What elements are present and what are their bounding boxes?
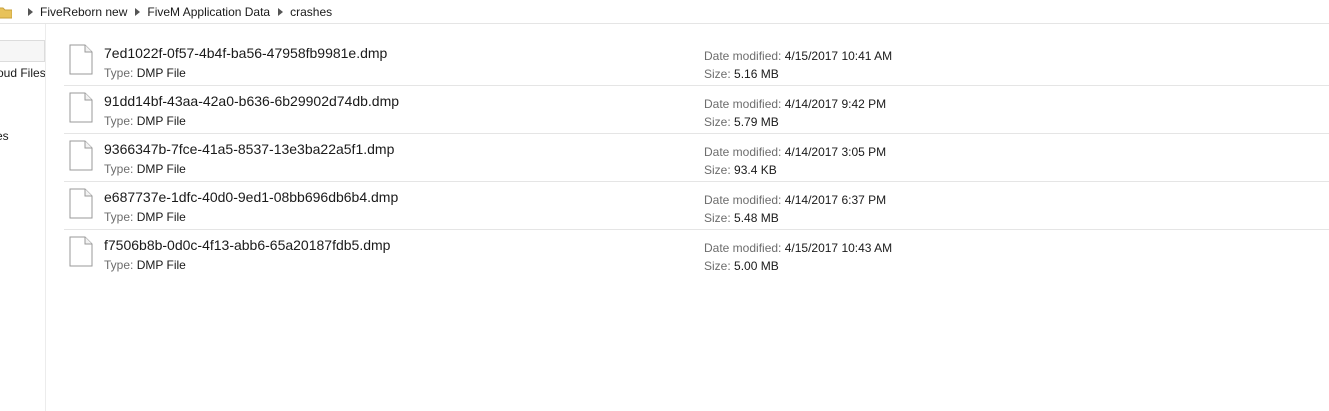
size-label: Size: — [704, 115, 731, 129]
file-icon — [69, 236, 93, 267]
date-value: 4/14/2017 3:05 PM — [784, 145, 887, 159]
type-label: Type: — [104, 114, 134, 128]
chevron-right-icon[interactable] — [26, 0, 34, 24]
size-label: Size: — [704, 163, 731, 177]
file-row[interactable]: 7ed1022f-0f57-4b4f-ba56-47958fb9981e.dmp… — [64, 38, 1329, 86]
type-label: Type: — [104, 66, 134, 80]
navigation-search-box[interactable] — [0, 40, 45, 62]
file-size: Size: 5.16 MB — [704, 67, 779, 81]
file-row[interactable]: 91dd14bf-43aa-42a0-b636-6b29902d74db.dmp… — [64, 86, 1329, 134]
file-name[interactable]: f7506b8b-0d0c-4f13-abb6-65a20187fdb5.dmp — [104, 237, 390, 253]
size-label: Size: — [704, 67, 731, 81]
file-icon — [69, 188, 93, 219]
size-label: Size: — [704, 259, 731, 273]
date-value: 4/14/2017 9:42 PM — [784, 97, 887, 111]
type-label: Type: — [104, 258, 134, 272]
type-value: DMP File — [136, 210, 186, 224]
type-value: DMP File — [136, 114, 186, 128]
size-value: 93.4 KB — [734, 163, 777, 177]
file-icon — [69, 92, 93, 123]
file-icon — [69, 44, 93, 75]
type-value: DMP File — [136, 162, 186, 176]
date-label: Date modified: — [704, 193, 782, 207]
type-label: Type: — [104, 210, 134, 224]
file-row[interactable]: e687737e-1dfc-40d0-9ed1-08bb696db6b4.dmp… — [64, 182, 1329, 230]
breadcrumb-item[interactable]: FiveReborn new — [40, 5, 127, 19]
file-type: Type: DMP File — [104, 66, 186, 80]
size-value: 5.16 MB — [734, 67, 779, 81]
sidebar-item-label[interactable]: oud Files — [0, 66, 45, 80]
size-value: 5.00 MB — [734, 259, 779, 273]
size-value: 5.48 MB — [734, 211, 779, 225]
file-list: 7ed1022f-0f57-4b4f-ba56-47958fb9981e.dmp… — [64, 38, 1329, 278]
size-value: 5.79 MB — [734, 115, 779, 129]
file-type: Type: DMP File — [104, 162, 186, 176]
date-modified: Date modified: 4/15/2017 10:41 AM — [704, 49, 892, 63]
sidebar-item-label[interactable]: es — [0, 129, 9, 143]
folder-icon — [0, 5, 12, 19]
file-size: Size: 5.00 MB — [704, 259, 779, 273]
date-label: Date modified: — [704, 49, 782, 63]
date-value: 4/15/2017 10:43 AM — [784, 241, 893, 255]
breadcrumb-item[interactable]: crashes — [290, 5, 332, 19]
file-icon — [69, 140, 93, 171]
date-label: Date modified: — [704, 145, 782, 159]
date-value: 4/14/2017 6:37 PM — [784, 193, 887, 207]
date-modified: Date modified: 4/14/2017 6:37 PM — [704, 193, 886, 207]
file-size: Size: 5.48 MB — [704, 211, 779, 225]
file-row[interactable]: 9366347b-7fce-41a5-8537-13e3ba22a5f1.dmp… — [64, 134, 1329, 182]
date-label: Date modified: — [704, 241, 782, 255]
file-name[interactable]: 9366347b-7fce-41a5-8537-13e3ba22a5f1.dmp — [104, 141, 394, 157]
address-bar[interactable]: FiveReborn new FiveM Application Data cr… — [0, 0, 1329, 24]
date-value: 4/15/2017 10:41 AM — [784, 49, 893, 63]
file-row[interactable]: f7506b8b-0d0c-4f13-abb6-65a20187fdb5.dmp… — [64, 230, 1329, 278]
file-size: Size: 5.79 MB — [704, 115, 779, 129]
file-size: Size: 93.4 KB — [704, 163, 777, 177]
file-name[interactable]: e687737e-1dfc-40d0-9ed1-08bb696db6b4.dmp — [104, 189, 398, 205]
navigation-pane: oud Files es — [0, 24, 46, 411]
chevron-right-icon[interactable] — [133, 0, 141, 24]
type-value: DMP File — [136, 66, 186, 80]
size-label: Size: — [704, 211, 731, 225]
type-label: Type: — [104, 162, 134, 176]
type-value: DMP File — [136, 258, 186, 272]
breadcrumb-item[interactable]: FiveM Application Data — [147, 5, 270, 19]
file-type: Type: DMP File — [104, 210, 186, 224]
file-name[interactable]: 91dd14bf-43aa-42a0-b636-6b29902d74db.dmp — [104, 93, 399, 109]
date-modified: Date modified: 4/15/2017 10:43 AM — [704, 241, 892, 255]
file-type: Type: DMP File — [104, 258, 186, 272]
file-type: Type: DMP File — [104, 114, 186, 128]
date-modified: Date modified: 4/14/2017 3:05 PM — [704, 145, 886, 159]
date-label: Date modified: — [704, 97, 782, 111]
file-name[interactable]: 7ed1022f-0f57-4b4f-ba56-47958fb9981e.dmp — [104, 45, 387, 61]
date-modified: Date modified: 4/14/2017 9:42 PM — [704, 97, 886, 111]
chevron-right-icon[interactable] — [276, 0, 284, 24]
